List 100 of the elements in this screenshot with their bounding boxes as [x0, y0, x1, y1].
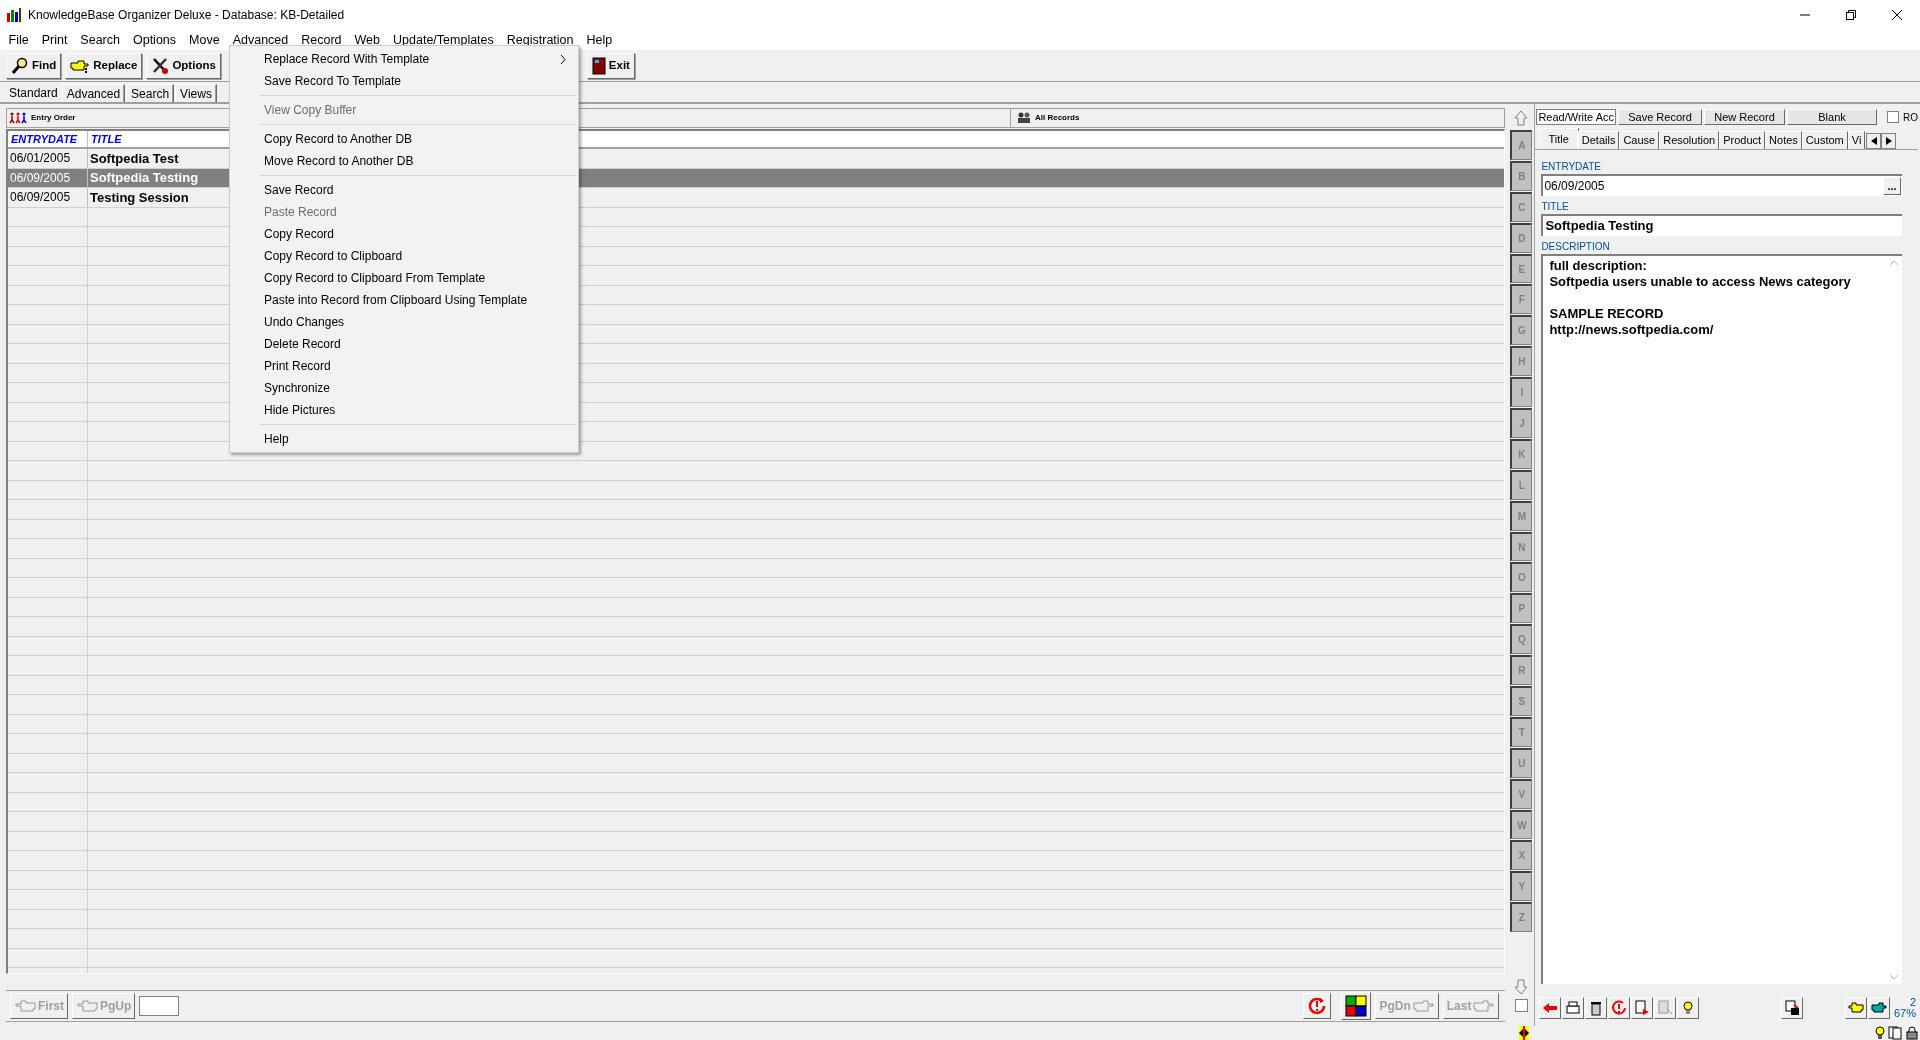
menu-item[interactable]: Move: [182, 30, 227, 50]
menu-item[interactable]: Print: [35, 30, 74, 50]
menu-item[interactable]: Print Record: [230, 355, 578, 377]
close-icon: [1892, 10, 1902, 20]
record-tab[interactable]: Cause: [1619, 131, 1660, 149]
hand-right-icon: [1412, 1000, 1435, 1012]
menu-item[interactable]: Copy Record to Clipboard: [230, 245, 578, 267]
up-arrow-icon: [1514, 110, 1529, 126]
toolbar-button[interactable]: [1677, 997, 1700, 1019]
record-tab[interactable]: Vi: [1847, 131, 1866, 149]
tab-scroll-left-button[interactable]: [1866, 133, 1882, 149]
sort-order-label: Entry Order: [31, 112, 76, 124]
blocks-button[interactable]: [1341, 992, 1372, 1020]
view-tab[interactable]: Search: [126, 84, 175, 102]
table-cell-text: 06/01/2005: [10, 150, 71, 168]
menu-item[interactable]: Search: [73, 30, 127, 50]
menu-item[interactable]: File: [2, 30, 36, 50]
menu-item[interactable]: Web: [348, 30, 387, 50]
panel-button[interactable]: New Record: [1704, 109, 1785, 125]
view-tab[interactable]: Views: [175, 84, 217, 102]
record-tab[interactable]: Resolution: [1659, 131, 1720, 149]
hand-right-icon: [1473, 1000, 1496, 1012]
record-tab[interactable]: Custom: [1801, 131, 1848, 149]
menu-item[interactable]: Update/Templates: [386, 30, 501, 50]
menu-item[interactable]: Help: [580, 30, 619, 50]
panel-button[interactable]: Blank: [1787, 109, 1877, 125]
menu-item[interactable]: Paste into Record from Clipboard Using Template: [230, 289, 578, 311]
menu-item[interactable]: Options: [126, 30, 183, 50]
padlock-icon: [1906, 1026, 1918, 1040]
column-header[interactable]: TITLE: [91, 131, 122, 148]
panel-button[interactable]: Save Record: [1618, 109, 1702, 125]
hand-left-icon: [76, 1000, 98, 1012]
record-tab[interactable]: Product: [1719, 131, 1766, 149]
menu-item[interactable]: Hide Pictures: [230, 399, 578, 421]
people-icon: [9, 112, 27, 124]
scroll-down-icon: [1890, 975, 1898, 980]
menu-item[interactable]: Copy Record to Another DB: [230, 128, 578, 150]
menu-item[interactable]: Record: [294, 30, 349, 50]
refresh-button[interactable]: [1303, 993, 1332, 1019]
toolbar-button[interactable]: [1781, 997, 1804, 1019]
menu-item[interactable]: Save Record To Template: [230, 70, 578, 92]
checkbox[interactable]: [1514, 999, 1528, 1012]
table-cell-text: Softpedia Test: [90, 149, 179, 168]
menu-item[interactable]: Undo Changes: [230, 311, 578, 333]
refresh-alert-icon: [1611, 1000, 1628, 1016]
ellipsis-button[interactable]: ...: [1883, 177, 1901, 195]
menu-item[interactable]: Replace Record With Template: [230, 48, 578, 70]
app-logo-icon: [6, 7, 22, 23]
document-arrow-icon: [1634, 1000, 1651, 1016]
view-tab[interactable]: Standard: [6, 84, 61, 102]
record-tab[interactable]: Details: [1577, 131, 1620, 149]
percent-label: 67%: [1893, 1008, 1916, 1019]
page-field[interactable]: [139, 996, 180, 1016]
table-cell-text: Testing Session: [90, 188, 189, 207]
menu-item[interactable]: Copy Record: [230, 223, 578, 245]
hand-left-icon: [1848, 1000, 1865, 1016]
checkbox-label: RO: [1903, 110, 1918, 125]
toolbar-button[interactable]: [1562, 997, 1585, 1019]
toolbar-button[interactable]: [1868, 997, 1891, 1019]
ro-checkbox[interactable]: [1887, 111, 1899, 123]
splitter-icon: [1519, 1026, 1529, 1040]
hand-right-icon: [1871, 1000, 1888, 1016]
menu-item[interactable]: Synchronize: [230, 377, 578, 399]
menu-item[interactable]: Delete Record: [230, 333, 578, 355]
toolbar-button[interactable]: Options: [146, 52, 221, 79]
title-field[interactable]: Softpedia Testing: [1541, 214, 1902, 236]
menu-item[interactable]: Registration: [500, 30, 580, 50]
menu-item[interactable]: Advanced: [226, 30, 295, 50]
field-label: ENTRYDATE: [1541, 159, 1603, 174]
table-cell-text: 06/09/2005: [10, 189, 71, 207]
printer-icon: [1565, 1000, 1582, 1016]
left-triangle-icon: [1870, 137, 1877, 145]
magnifier-icon: [11, 56, 29, 75]
record-number: 2: [1909, 997, 1916, 1008]
toolbar-button[interactable]: Find: [6, 52, 62, 79]
scroll-up-icon: [1890, 260, 1898, 265]
filter-label: All Records: [1035, 112, 1080, 124]
menu-item[interactable]: Help: [230, 428, 578, 450]
toolbar-button[interactable]: [1845, 997, 1868, 1019]
view-tab[interactable]: Advanced: [61, 84, 126, 102]
door-icon: [591, 56, 606, 75]
record-tab[interactable]: Title: [1539, 128, 1578, 149]
field-label: TITLE: [1541, 199, 1570, 214]
column-header[interactable]: ENTRYDATE: [11, 131, 78, 148]
right-triangle-icon: [1885, 137, 1892, 145]
group-icon: [1017, 112, 1031, 124]
documents-icon: [1888, 1026, 1904, 1040]
down-arrow-icon: [1514, 979, 1529, 995]
field-label: DESCRIPTION: [1541, 239, 1611, 254]
colored-blocks-icon: [1345, 995, 1368, 1017]
restore-icon: [1846, 10, 1856, 20]
toolbar-button[interactable]: [1585, 997, 1608, 1019]
record-tab[interactable]: Notes: [1765, 131, 1802, 149]
toolbar-button[interactable]: Replace: [65, 52, 143, 79]
toolbar-button[interactable]: Exit: [586, 52, 635, 79]
menu-item[interactable]: Copy Record to Clipboard From Template: [230, 267, 578, 289]
tab-scroll-right-button[interactable]: [1881, 133, 1897, 149]
date-field[interactable]: 06/09/2005: [1543, 177, 1883, 195]
document-icon: [1657, 1000, 1674, 1016]
pointing-hand-icon: [70, 57, 91, 74]
